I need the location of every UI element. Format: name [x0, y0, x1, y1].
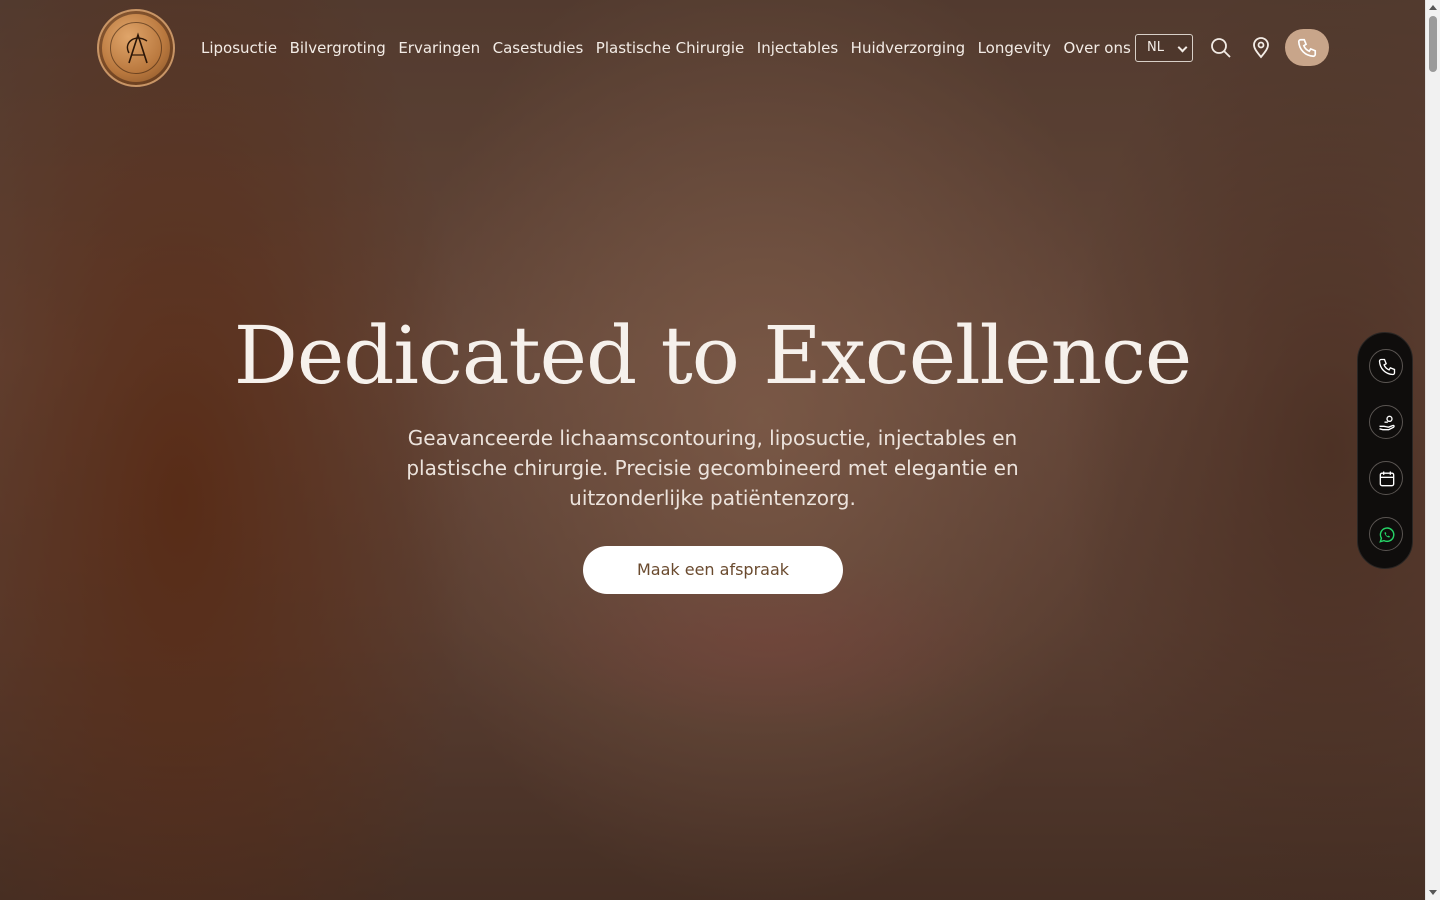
- location-pin-icon[interactable]: [1249, 36, 1273, 60]
- chevron-down-icon: [1177, 42, 1188, 53]
- phone-icon: [1297, 38, 1317, 58]
- hero-subtitle: Geavanceerde lichaamscontouring, liposuc…: [406, 426, 1019, 510]
- language-select[interactable]: NL: [1135, 34, 1193, 62]
- side-call-button[interactable]: [1369, 349, 1403, 383]
- main-navigation: Liposuctie Bilvergroting Ervaringen Case…: [201, 36, 1143, 60]
- search-icon[interactable]: [1209, 36, 1233, 60]
- nav-item-bilvergroting[interactable]: Bilvergroting: [290, 36, 386, 60]
- side-consult-button[interactable]: [1369, 405, 1403, 439]
- hero-title: Dedicated to Excellence: [233, 309, 1193, 402]
- side-whatsapp-button[interactable]: [1369, 517, 1403, 551]
- nav-item-ervaringen[interactable]: Ervaringen: [398, 36, 480, 60]
- nav-item-plastische-chirurgie[interactable]: Plastische Chirurgie: [596, 36, 744, 60]
- nav-item-liposuctie[interactable]: Liposuctie: [201, 36, 277, 60]
- scroll-down-arrow-icon[interactable]: [1429, 890, 1437, 895]
- language-selected-value: NL: [1147, 40, 1164, 55]
- side-calendar-button[interactable]: [1369, 461, 1403, 495]
- calendar-icon: [1379, 471, 1395, 487]
- consult-hand-icon: [1379, 415, 1395, 431]
- nav-item-huidverzorging[interactable]: Huidverzorging: [851, 36, 965, 60]
- nav-item-longevity[interactable]: Longevity: [978, 36, 1051, 60]
- phone-icon: [1378, 358, 1396, 376]
- page-scrollbar[interactable]: [1425, 0, 1440, 900]
- book-appointment-button[interactable]: Maak een afspraak: [583, 546, 843, 594]
- scrollbar-thumb[interactable]: [1429, 16, 1437, 72]
- scroll-up-arrow-icon[interactable]: [1429, 5, 1437, 10]
- logo-monogram-icon: [126, 32, 148, 64]
- nav-item-over-ons[interactable]: Over ons: [1063, 36, 1130, 60]
- nav-item-injectables[interactable]: Injectables: [757, 36, 838, 60]
- call-button[interactable]: [1285, 29, 1329, 66]
- nav-item-casestudies[interactable]: Casestudies: [493, 36, 584, 60]
- whatsapp-icon: [1379, 527, 1395, 543]
- brand-logo[interactable]: [97, 9, 175, 87]
- site-header: Liposuctie Bilvergroting Ervaringen Case…: [0, 0, 1425, 96]
- floating-contact-bar: [1357, 332, 1413, 569]
